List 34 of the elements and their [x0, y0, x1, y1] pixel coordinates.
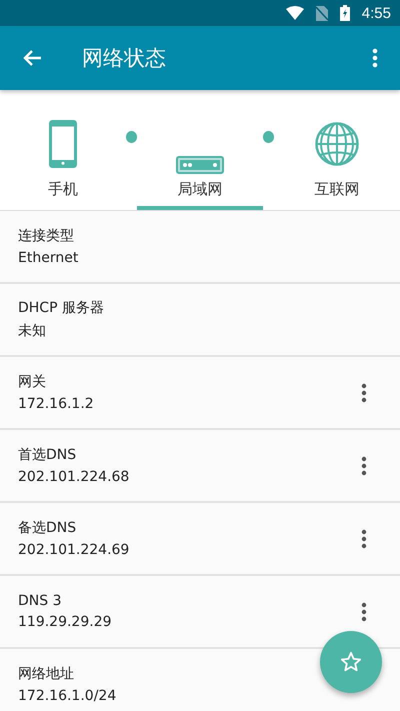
star-icon — [340, 651, 362, 673]
network-device-icon — [176, 156, 224, 174]
tab[interactable]: 局域网 — [137, 90, 263, 210]
tab[interactable]: 互联网 — [274, 90, 400, 210]
field-value: 202.101.224.69 — [18, 542, 130, 558]
screen-title: 网络状态 — [82, 45, 167, 72]
field-value: 202.101.224.68 — [18, 469, 130, 485]
more-options-icon[interactable] — [361, 456, 367, 476]
connection-dot — [126, 131, 138, 143]
field-value: 未知 — [18, 322, 47, 340]
no-sim-icon — [316, 6, 328, 20]
more-options-icon[interactable] — [361, 602, 367, 622]
tab[interactable]: 手机 — [0, 90, 126, 210]
more-options-icon[interactable] — [361, 382, 367, 402]
battery-charging-icon — [340, 5, 350, 21]
clock-time: 4:55 — [362, 4, 391, 22]
field-label: 首选DNS — [18, 446, 78, 464]
back-arrow-icon[interactable] — [22, 49, 42, 67]
field-label: 网络地址 — [18, 665, 75, 683]
field-label: 连接类型 — [18, 227, 75, 245]
field-value: 119.29.29.29 — [18, 614, 113, 630]
phone-icon — [48, 120, 77, 168]
field-label: 备选DNS — [18, 519, 78, 537]
field-value: 172.16.1.2 — [18, 396, 95, 412]
field-value: Ethernet — [18, 250, 80, 266]
field-value: 172.16.1.0/24 — [18, 688, 118, 704]
globe-icon — [315, 122, 360, 166]
more-options-icon[interactable] — [361, 528, 367, 548]
field-label: DHCP 服务器 — [18, 299, 105, 317]
connection-dot — [262, 131, 274, 143]
wifi-icon — [286, 6, 304, 20]
field-label: 网关 — [18, 373, 47, 391]
more-options-icon[interactable] — [372, 48, 378, 68]
field-label: DNS 3 — [18, 593, 62, 609]
